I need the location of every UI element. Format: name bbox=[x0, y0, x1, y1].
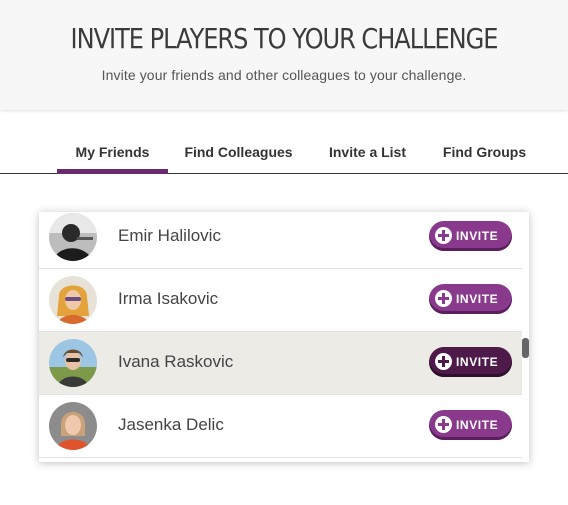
tab-invite-a-list[interactable]: Invite a List bbox=[320, 144, 415, 172]
page-subtitle: Invite your friends and other colleagues… bbox=[101, 67, 467, 83]
plus-circle-icon bbox=[435, 290, 452, 307]
plus-circle-icon bbox=[435, 227, 452, 244]
plus-circle-icon bbox=[435, 353, 452, 370]
friend-name: Irma Isakovic bbox=[118, 289, 219, 308]
friend-name: Ivana Raskovic bbox=[118, 352, 234, 371]
list-item: Ivana Raskovic INVITE bbox=[39, 332, 522, 395]
list-scrollbar[interactable] bbox=[522, 212, 529, 462]
friend-name: Jasenka Delic bbox=[118, 415, 224, 434]
scrollbar-thumb[interactable] bbox=[522, 338, 529, 358]
invite-button[interactable]: INVITE bbox=[429, 410, 512, 440]
page-header: INVITE PLAYERS TO YOUR CHALLENGE Invite … bbox=[0, 0, 568, 110]
plus-circle-icon bbox=[435, 416, 452, 433]
tab-my-friends[interactable]: My Friends bbox=[57, 144, 168, 174]
page-title: INVITE PLAYERS TO YOUR CHALLENGE bbox=[70, 22, 499, 55]
invite-button[interactable]: INVITE bbox=[429, 284, 512, 314]
friend-name: Emir Halilovic bbox=[118, 226, 221, 245]
avatar bbox=[49, 213, 97, 261]
tab-find-colleagues[interactable]: Find Colleagues bbox=[180, 144, 297, 172]
friends-list: Emir Halilovic INVITE Irma Isakovic INVI… bbox=[39, 212, 529, 462]
avatar bbox=[49, 402, 97, 450]
list-item: Jasenka Delic INVITE bbox=[39, 395, 522, 458]
avatar bbox=[49, 339, 97, 387]
avatar bbox=[49, 276, 97, 324]
invite-button[interactable]: INVITE bbox=[429, 221, 512, 251]
list-item: Emir Halilovic INVITE bbox=[39, 212, 522, 269]
tab-bar: My Friends Find Colleagues Invite a List… bbox=[0, 128, 568, 174]
invite-button[interactable]: INVITE bbox=[429, 347, 512, 377]
tab-find-groups[interactable]: Find Groups bbox=[437, 144, 532, 172]
list-item: Irma Isakovic INVITE bbox=[39, 269, 522, 332]
